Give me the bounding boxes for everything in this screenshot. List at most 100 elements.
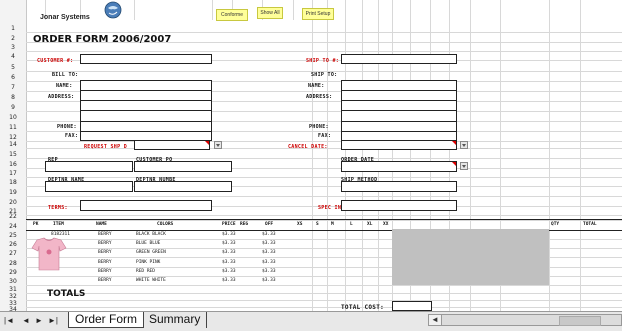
off-price-cell[interactable]: $3.33 [262, 260, 276, 265]
next-sheet-button[interactable]: ► [35, 316, 43, 325]
col-l: L [350, 222, 353, 227]
price-cell[interactable]: $3.33 [222, 232, 236, 237]
ship-method-field[interactable] [341, 181, 457, 192]
previous-sheet-button[interactable]: ◄ [22, 316, 30, 325]
gridline [26, 177, 622, 178]
row-number[interactable]: 15 [0, 151, 26, 158]
row-number[interactable]: 30 [0, 278, 26, 285]
total-cost-field[interactable] [392, 301, 432, 311]
gridline [378, 0, 379, 311]
name-cell[interactable]: BERRY [98, 269, 112, 274]
price-cell[interactable]: $3.33 [222, 250, 236, 255]
cancel-date-dropdown-icon[interactable] [460, 141, 468, 149]
first-sheet-button[interactable]: |◄ [4, 316, 14, 325]
row-number[interactable]: 20 [0, 199, 26, 206]
color-cell[interactable]: WHITE WHITE [136, 278, 166, 283]
row-number[interactable]: 16 [0, 161, 26, 168]
gridline [26, 196, 622, 197]
col-name: NAME [96, 222, 107, 227]
row-number[interactable]: 27 [0, 250, 26, 257]
price-cell[interactable]: $3.33 [222, 278, 236, 283]
total-cost-label: TOTAL COST: [341, 304, 385, 311]
off-price-cell[interactable]: $3.33 [262, 278, 276, 283]
row-number[interactable]: 26 [0, 241, 26, 248]
bill-to-address-block[interactable] [80, 80, 212, 141]
col-qty: QTY [551, 222, 560, 227]
off-price-cell[interactable]: $3.33 [262, 232, 276, 237]
row-number[interactable]: 2 [0, 35, 26, 42]
deptnr-number-field[interactable] [134, 181, 232, 192]
row-number[interactable]: 4 [0, 53, 26, 60]
ship-to-address-block[interactable] [341, 80, 457, 141]
off-price-cell[interactable]: $3.33 [262, 241, 276, 246]
row-number[interactable]: 17 [0, 170, 26, 177]
row-number[interactable]: 22 [0, 213, 26, 220]
row-number[interactable]: 14 [0, 141, 26, 148]
price-cell[interactable]: $3.33 [222, 241, 236, 246]
row-number[interactable]: 3 [0, 44, 26, 51]
conforme-button[interactable]: Conforme [216, 9, 248, 21]
row-number[interactable]: 8 [0, 94, 26, 101]
gridline [362, 0, 363, 311]
row-number[interactable]: 28 [0, 260, 26, 267]
row-number[interactable]: 9 [0, 104, 26, 111]
price-cell[interactable]: $3.33 [222, 269, 236, 274]
row-number[interactable]: 25 [0, 232, 26, 239]
row-number[interactable]: 12 [0, 134, 26, 141]
customer-number-field[interactable] [80, 54, 212, 64]
spec-inst-field[interactable] [341, 200, 457, 211]
row-number[interactable]: 29 [0, 269, 26, 276]
cancel-date-field[interactable] [341, 140, 457, 150]
company-logo [104, 1, 122, 19]
tab-summary[interactable]: Summary [143, 312, 208, 328]
rep-field[interactable] [45, 161, 133, 172]
off-price-cell[interactable]: $3.33 [262, 250, 276, 255]
gridline [293, 0, 294, 20]
off-price-cell[interactable]: $3.33 [262, 269, 276, 274]
print-setup-button[interactable]: Print Setup [302, 8, 334, 20]
name-cell[interactable]: BERRY [98, 250, 112, 255]
item-cell[interactable]: 8182311 [51, 232, 70, 237]
color-cell[interactable]: RED RED [136, 269, 155, 274]
order-date-dropdown-icon[interactable] [460, 162, 468, 170]
last-sheet-button[interactable]: ►| [48, 316, 58, 325]
scroll-left-icon[interactable]: ◄ [429, 315, 442, 325]
name-cell[interactable]: BERRY [98, 260, 112, 265]
color-cell[interactable]: PINK PINK [136, 260, 160, 265]
color-cell[interactable]: GREEN GREEN [136, 250, 166, 255]
terms-field[interactable] [80, 200, 212, 211]
color-cell[interactable]: BLUE BLUE [136, 241, 160, 246]
color-cell[interactable]: BLACK BLACK [136, 232, 166, 237]
row-number[interactable]: 10 [0, 114, 26, 121]
address-label-right: ADDRESS: [306, 94, 333, 100]
gridline [212, 0, 213, 20]
price-cell[interactable]: $3.33 [222, 260, 236, 265]
name-cell[interactable]: BERRY [98, 232, 112, 237]
row-number[interactable]: 18 [0, 179, 26, 186]
horizontal-scrollbar[interactable]: ◄ [428, 314, 622, 326]
row-number[interactable]: 6 [0, 74, 26, 81]
order-date-field[interactable] [341, 161, 457, 172]
totals-label: TOTALS [47, 289, 86, 299]
name-cell[interactable]: BERRY [98, 241, 112, 246]
request-ship-date-field[interactable] [134, 140, 210, 150]
row-number[interactable]: 32 [0, 293, 26, 300]
tab-order-form[interactable]: Order Form [68, 312, 145, 328]
name-cell[interactable]: BERRY [98, 278, 112, 283]
row-number[interactable]: 11 [0, 124, 26, 131]
row-number[interactable]: 19 [0, 189, 26, 196]
row-number[interactable]: 31 [0, 286, 26, 293]
row-number[interactable]: 7 [0, 84, 26, 91]
deptnr-name-field[interactable] [45, 181, 133, 192]
row-number[interactable]: 24 [0, 223, 26, 230]
request-ship-dropdown-icon[interactable] [214, 141, 222, 149]
row-number[interactable]: 5 [0, 64, 26, 71]
show-all-button[interactable]: Show All [257, 7, 283, 19]
customer-po-field[interactable] [134, 161, 232, 172]
row-number[interactable]: 1 [0, 25, 26, 32]
spreadsheet-grid[interactable]: 1 2 3 4 5 6 7 8 9 10 11 12 14 15 16 17 18 19 20 21 22 24 25 26 2… [0, 0, 622, 311]
ship-to-number-field[interactable] [341, 54, 457, 64]
scrollbar-thumb[interactable] [559, 316, 601, 326]
col-off: OFF [265, 222, 274, 227]
col-item: ITEM [53, 222, 64, 227]
